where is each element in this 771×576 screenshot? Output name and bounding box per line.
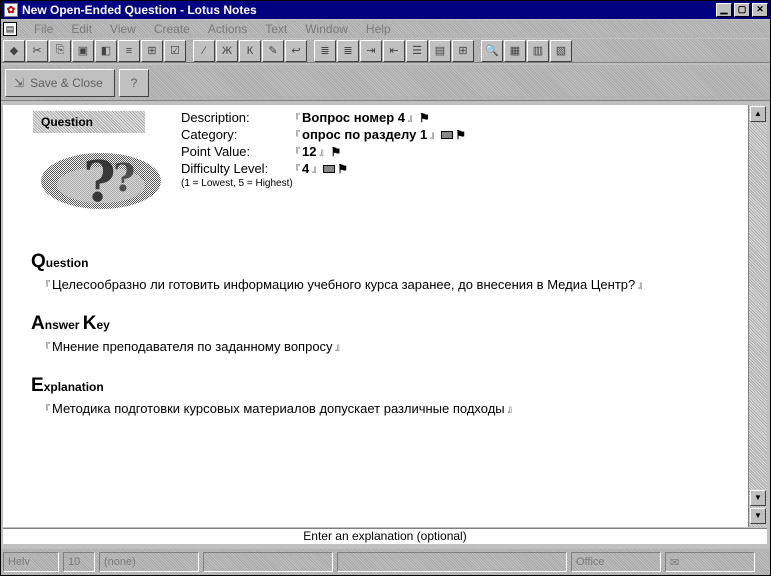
svg-text:?: ? [113,155,135,200]
status-mail-icon[interactable]: ✉ [665,552,755,572]
status-bar: Helv 10 (none) Office ✉ [1,549,770,575]
difficulty-value: 4 [302,161,310,176]
explanation-text: Методика подготовки курсовых материалов … [52,401,505,416]
title-bar[interactable]: ✿ New Open-Ended Question - Lotus Notes … [1,1,770,19]
question-mark-graphic: ? ? [41,149,161,213]
vertical-scrollbar[interactable]: ▲ ▼ ▼ [748,105,767,527]
menu-bar: ▤ File Edit View Create Actions Text Win… [1,20,770,38]
paste-icon[interactable]: ▣ [72,39,94,62]
navigate-icon[interactable]: ◆ [3,39,25,62]
align-center-icon[interactable]: ≣ [337,39,359,62]
difficulty-hint: (1 = Lowest, 5 = Highest) [181,178,293,189]
frame-icon[interactable]: ▥ [527,39,549,62]
layout-icon[interactable]: ▦ [504,39,526,62]
menu-text[interactable]: Text [256,22,296,36]
status-message [203,552,333,572]
cut-icon[interactable]: ✂ [26,39,48,62]
save-and-close-button[interactable]: ⇲ Save & Close [5,68,115,97]
answer-key-text: Мнение преподавателя по заданному вопрос… [52,339,333,354]
description-value: Вопрос номер 4 [302,110,405,125]
field-row-category: Category: 『опрос по разделу 1』 ⚑ [181,126,466,143]
point-value-value: 12 [302,144,317,159]
bold-icon[interactable]: Ж [216,39,238,62]
category-value: опрос по разделу 1 [302,127,428,142]
bullet-list-icon[interactable]: ☰ [406,39,428,62]
menu-edit[interactable]: Edit [62,22,101,36]
status-style[interactable]: (none) [99,552,199,572]
italic-icon[interactable]: К [239,39,261,62]
maximize-button[interactable]: ▢ [734,3,750,17]
lotus-notes-app-icon[interactable]: ✿ [4,3,18,17]
point-value-field[interactable]: 『12』 ⚑ [291,144,341,159]
question-fields: Description: 『Вопрос номер 4』 ⚑ Category:… [181,109,466,189]
question-heading: Question [31,251,89,272]
category-field[interactable]: 『опрос по разделу 1』 ⚑ [291,127,466,142]
point-value-label: Point Value: [181,144,251,159]
highlight-icon[interactable]: ✎ [262,39,284,62]
close-button[interactable]: ✕ [752,3,768,17]
flag-icon: ⚑ [455,127,466,142]
field-row-difficulty: Difficulty Level: 『4』 ⚑ [181,160,466,177]
field-row-description: Description: 『Вопрос номер 4』 ⚑ [181,109,466,126]
explanation-field[interactable]: 『Методика подготовки курсовых материалов… [41,401,517,416]
status-database[interactable] [337,552,567,572]
search-icon[interactable]: 🔍 [481,39,503,62]
print-icon[interactable]: ◧ [95,39,117,62]
answer-key-heading: Answer Key [31,313,110,334]
menu-actions[interactable]: Actions [199,22,256,36]
menu-view[interactable]: View [101,22,145,36]
flag-icon: ⚑ [419,110,430,125]
keyword-helper-icon[interactable] [441,130,454,139]
keyword-helper-icon[interactable] [323,164,336,173]
minimize-button[interactable]: ▁ [716,3,732,17]
scroll-down-icon[interactable]: ▼ [750,490,766,506]
copy-icon[interactable]: ⎘ [49,39,71,62]
difficulty-field[interactable]: 『4』 ⚑ [291,161,348,176]
question-tab-label: Question [33,111,145,133]
window-title: New Open-Ended Question - Lotus Notes [22,3,257,17]
insert-table-icon[interactable]: ⊞ [452,39,474,62]
question-field[interactable]: 『Целесообразно ли готовить информацию уч… [41,277,647,292]
question-text: Целесообразно ли готовить информацию уче… [52,277,636,292]
description-field[interactable]: 『Вопрос номер 4』 ⚑ [291,110,430,125]
list-icon[interactable]: ≡ [118,39,140,62]
properties-icon[interactable]: ▧ [550,39,572,62]
pen-icon[interactable]: ⁄ [193,39,215,62]
document-control-icon[interactable]: ▤ [3,22,17,36]
document-body: Question ? ? Description: 『Вопрос номер … [3,105,748,527]
scroll-page-icon[interactable]: ▼ [750,508,766,524]
lotus-notes-window: ✿ New Open-Ended Question - Lotus Notes … [0,0,771,576]
field-row-point-value: Point Value: 『12』 ⚑ [181,143,466,160]
flag-icon: ⚑ [337,161,349,176]
save-close-icon: ⇲ [14,75,25,90]
help-button[interactable]: ? [119,68,149,97]
table-icon[interactable]: ⊞ [141,39,163,62]
flag-icon: ⚑ [330,144,342,159]
svg-text:?: ? [83,149,116,213]
menu-help[interactable]: Help [357,22,400,36]
status-location[interactable]: Office [571,552,661,572]
smarticon-toolbar: ◆ ✂ ⎘ ▣ ◧ ≡ ⊞ ☑ ⁄ Ж К ✎ ↩ ≣ ≣ ⇥ ⇤ ☰ ▤ ⊞ … [1,39,770,63]
check-icon[interactable]: ☑ [164,39,186,62]
answer-key-field[interactable]: 『Мнение преподавателя по заданному вопро… [41,339,345,354]
undo-icon[interactable]: ↩ [285,39,307,62]
help-icon: ? [130,75,138,90]
field-help-line: Enter an explanation (optional) [3,528,767,544]
scroll-up-icon[interactable]: ▲ [750,106,766,122]
status-font[interactable]: Helv [3,552,59,572]
save-and-close-label: Save & Close [30,75,103,90]
description-label: Description: [181,110,250,125]
category-label: Category: [181,127,238,142]
outdent-icon[interactable]: ⇤ [383,39,405,62]
status-size[interactable]: 10 [63,552,95,572]
menu-window[interactable]: Window [296,22,357,36]
explanation-heading: Explanation [31,375,104,396]
menu-create[interactable]: Create [145,22,199,36]
difficulty-label: Difficulty Level: [181,161,269,176]
numbered-list-icon[interactable]: ▤ [429,39,451,62]
align-left-icon[interactable]: ≣ [314,39,336,62]
indent-icon[interactable]: ⇥ [360,39,382,62]
menu-file[interactable]: File [25,22,62,36]
action-bar: ⇲ Save & Close ? [1,65,770,101]
